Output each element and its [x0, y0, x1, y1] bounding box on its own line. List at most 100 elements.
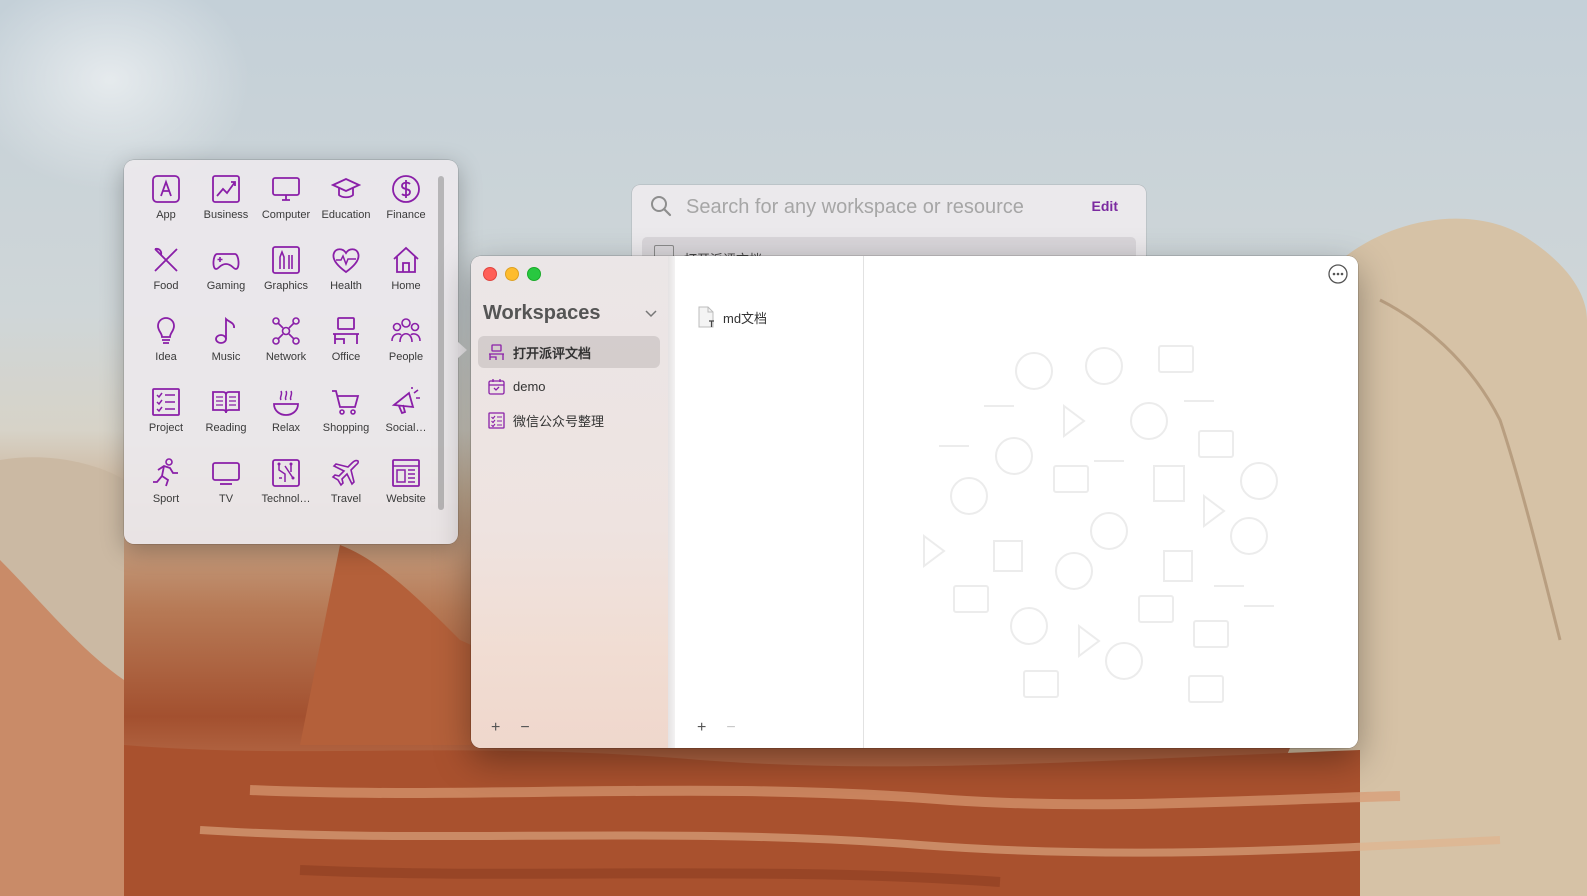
picker-item-reading[interactable]: Reading	[196, 387, 256, 458]
workspace-item[interactable]: 微信公众号整理	[478, 404, 660, 436]
picker-item-education[interactable]: Education	[316, 174, 376, 245]
picker-item-label: App	[156, 209, 176, 221]
workspace-item[interactable]: 打开派评文档	[478, 336, 660, 368]
picker-item-computer[interactable]: Computer	[256, 174, 316, 245]
office-desk-icon	[333, 317, 359, 344]
picker-item-label: Network	[265, 351, 307, 363]
zoom-button[interactable]	[527, 267, 541, 281]
picker-item-business[interactable]: Business	[196, 174, 256, 245]
picker-item-label: People	[388, 351, 424, 363]
text-document-icon	[698, 306, 714, 328]
picker-item-label: Finance	[386, 209, 426, 221]
picker-item-relax[interactable]: Relax	[256, 387, 316, 458]
workspace-label: demo	[513, 378, 546, 394]
detail-pane	[864, 256, 1358, 748]
picker-item-project[interactable]: Project	[136, 387, 196, 458]
desk-icon	[489, 343, 504, 360]
picker-item-label: Project	[148, 422, 184, 434]
edit-button[interactable]: Edit	[1092, 198, 1118, 214]
picker-item-finance[interactable]: Finance	[376, 174, 436, 245]
chevron-down-icon[interactable]	[645, 308, 657, 318]
picker-item-graphics[interactable]: Graphics	[256, 245, 316, 316]
empty-state-pattern	[923, 345, 1278, 703]
workspace-label: 微信公众号整理	[513, 413, 605, 429]
airplane-icon	[331, 459, 360, 487]
picker-item-label: Gaming	[206, 280, 246, 292]
hot-bowl-icon	[273, 390, 299, 416]
picker-item-network[interactable]: Network	[256, 316, 316, 387]
checklist-icon	[152, 388, 180, 416]
remove-workspace-button[interactable]: −	[520, 719, 529, 737]
minimize-button[interactable]	[505, 267, 519, 281]
resource-label: md文档	[723, 310, 768, 326]
picker-item-label: Education	[321, 209, 371, 221]
icon-picker-grid: App Business Computer Education Finance …	[136, 174, 436, 529]
webpage-icon	[392, 459, 420, 487]
picker-item-label: TV	[218, 493, 234, 505]
sidebar-footer: + −	[491, 719, 530, 737]
remove-resource-button[interactable]: −	[726, 719, 735, 737]
workspace-item[interactable]: demo	[478, 370, 660, 402]
resources-footer: + −	[697, 719, 736, 737]
add-resource-button[interactable]: +	[697, 719, 706, 737]
open-book-icon	[212, 391, 240, 414]
picker-item-social[interactable]: Social…	[376, 387, 436, 458]
lightbulb-icon	[157, 317, 175, 344]
search-panel: Edit 打开派评文档	[632, 185, 1146, 265]
music-note-icon	[215, 316, 235, 344]
picker-item-label: Sport	[152, 493, 180, 505]
picker-scrollbar[interactable]	[438, 176, 444, 510]
picker-item-label: Idea	[155, 351, 177, 363]
picker-item-label: Home	[391, 280, 421, 292]
picker-item-label: Social…	[385, 422, 427, 434]
picker-item-label: Health	[330, 280, 362, 292]
main-window: Workspaces 打开派评文档 demo 微信公众号整理 + − md文档	[471, 256, 1358, 748]
dollar-icon	[392, 175, 420, 203]
picker-item-label: Technol…	[261, 493, 311, 505]
picker-item-gaming[interactable]: Gaming	[196, 245, 256, 316]
circuit-icon	[272, 459, 300, 487]
calendar-icon	[488, 378, 505, 395]
popover-arrow	[458, 342, 467, 358]
picker-item-website[interactable]: Website	[376, 458, 436, 529]
app-icon	[152, 175, 180, 203]
picker-item-home[interactable]: Home	[376, 245, 436, 316]
search-input[interactable]	[684, 189, 1068, 225]
runner-icon	[153, 458, 178, 487]
megaphone-icon	[391, 387, 420, 415]
computer-icon	[272, 177, 300, 201]
gamepad-icon	[212, 253, 240, 270]
picker-item-label: Reading	[205, 422, 247, 434]
resource-item[interactable]: md文档	[697, 306, 767, 328]
search-icon	[651, 196, 672, 217]
picker-item-label: Office	[331, 351, 361, 363]
picker-item-label: Graphics	[263, 280, 309, 292]
picker-item-people[interactable]: People	[376, 316, 436, 387]
picker-item-travel[interactable]: Travel	[316, 458, 376, 529]
heart-pulse-icon	[332, 248, 360, 274]
icon-picker-popover: App Business Computer Education Finance …	[124, 160, 458, 544]
picker-item-food[interactable]: Food	[136, 245, 196, 316]
network-icon	[272, 317, 300, 345]
more-options-icon[interactable]	[1328, 264, 1348, 284]
picker-item-shopping[interactable]: Shopping	[316, 387, 376, 458]
picker-item-label: Travel	[330, 493, 362, 505]
picker-item-sport[interactable]: Sport	[136, 458, 196, 529]
tv-icon	[212, 462, 240, 485]
divider[interactable]	[668, 256, 675, 748]
close-button[interactable]	[483, 267, 497, 281]
picker-item-technology[interactable]: Technol…	[256, 458, 316, 529]
picker-item-office[interactable]: Office	[316, 316, 376, 387]
picker-item-label: Website	[386, 493, 426, 505]
picker-item-label: Computer	[261, 209, 311, 221]
picker-item-health[interactable]: Health	[316, 245, 376, 316]
picker-item-app[interactable]: App	[136, 174, 196, 245]
picker-item-music[interactable]: Music	[196, 316, 256, 387]
fork-knife-icon	[154, 247, 178, 272]
add-workspace-button[interactable]: +	[491, 719, 500, 737]
picker-item-idea[interactable]: Idea	[136, 316, 196, 387]
graduation-cap-icon	[331, 178, 361, 199]
workspace-list: 打开派评文档 demo 微信公众号整理	[478, 336, 660, 438]
picker-item-label: Relax	[271, 422, 301, 434]
picker-item-tv[interactable]: TV	[196, 458, 256, 529]
